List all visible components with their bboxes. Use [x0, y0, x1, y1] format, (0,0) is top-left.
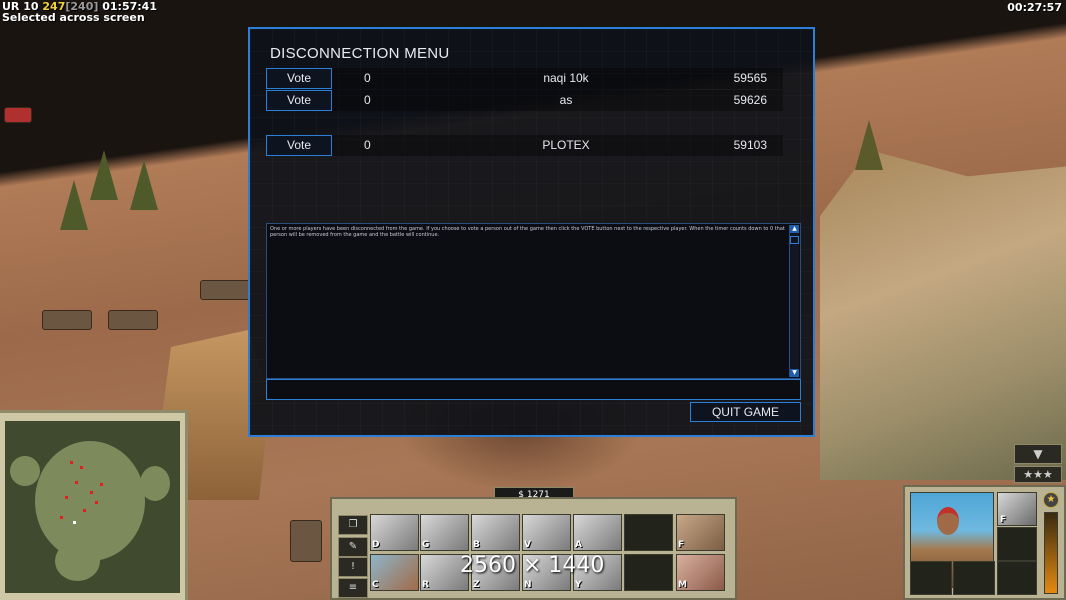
hotkey-label: F	[1000, 515, 1007, 525]
select-all-icon[interactable]: ❐	[338, 515, 368, 535]
unit-vehicle[interactable]	[4, 107, 32, 123]
menu-title: DISCONNECTION MENU	[270, 45, 450, 62]
vote-count: 0	[364, 93, 371, 107]
empty-unit-slot	[997, 561, 1037, 595]
message-log[interactable]: One or more players have been disconnect…	[266, 223, 801, 379]
hotkey-label: Y	[575, 580, 582, 590]
player-ping: 59626	[733, 93, 767, 107]
minimap-terrain	[10, 456, 40, 486]
vote-count: 0	[364, 71, 371, 85]
minimap-terrain	[35, 441, 145, 561]
power-meter	[1044, 512, 1058, 594]
minimap-unit	[70, 461, 73, 464]
minimap-unit	[65, 496, 68, 499]
player-name: PLOTEX	[542, 138, 590, 152]
chat-icon[interactable]: ≡	[338, 578, 368, 598]
player-ping: 59565	[733, 71, 767, 85]
vote-button[interactable]: Vote	[266, 90, 332, 111]
build-slot[interactable]: A	[573, 514, 622, 551]
quit-game-button[interactable]: QUIT GAME	[690, 402, 801, 422]
player-row: Vote 0 PLOTEX 59103	[266, 135, 783, 156]
player-row: Vote 0 as 59626	[266, 90, 783, 111]
player-name: naqi 10k	[543, 71, 589, 85]
hud-status: UR 10 247[240] 01:57:41 Selected across …	[2, 1, 157, 23]
vote-count: 0	[364, 138, 371, 152]
minimap-unit	[90, 491, 93, 494]
unit-vehicle[interactable]	[42, 310, 92, 330]
build-slot[interactable]: D	[370, 514, 419, 551]
hotkey-label: V	[524, 540, 531, 550]
scroll-thumb[interactable]	[790, 236, 799, 244]
player-ping: 59103	[733, 138, 767, 152]
build-slot[interactable]: F	[676, 514, 725, 551]
minimap-frame	[0, 410, 188, 600]
star-icon[interactable]: ★	[1043, 492, 1059, 508]
unit-vehicle[interactable]	[290, 520, 322, 562]
build-slot[interactable]: V	[522, 514, 571, 551]
vote-button[interactable]: Vote	[266, 135, 332, 156]
disconnection-menu: DISCONNECTION MENU Vote 0 naqi 10k 59565…	[248, 27, 815, 437]
portrait-head	[937, 507, 959, 535]
minimap-unit	[83, 509, 86, 512]
minimap-unit	[75, 481, 78, 484]
empty-unit-slot	[953, 561, 995, 595]
chat-input[interactable]	[266, 379, 801, 400]
selection-status: Selected across screen	[2, 11, 145, 24]
resolution-watermark: 2560 × 1440	[460, 553, 605, 578]
build-slot[interactable]: B	[471, 514, 520, 551]
message-scrollbar[interactable]: ▲ ▼	[789, 225, 799, 377]
hotkey-label: G	[422, 540, 430, 550]
rank-stars[interactable]: ★★★	[1014, 466, 1062, 483]
real-clock: 00:27:57	[1007, 1, 1062, 14]
unit-vehicle[interactable]	[200, 280, 250, 300]
disconnect-message: One or more players have been disconnect…	[270, 226, 785, 238]
build-slot[interactable]: C	[370, 554, 419, 591]
wrench-icon[interactable]: ✎	[338, 537, 368, 557]
scroll-up-icon[interactable]: ▲	[790, 225, 799, 233]
minimap-unit	[60, 516, 63, 519]
vote-button[interactable]: Vote	[266, 68, 332, 89]
tree	[855, 120, 883, 170]
minimap[interactable]	[5, 421, 180, 593]
player-row: Vote 0 naqi 10k 59565	[266, 68, 783, 89]
alert-icon[interactable]: !	[338, 557, 368, 577]
hotkey-label: A	[575, 540, 582, 550]
empty-slot	[624, 514, 673, 551]
empty-unit-slot	[997, 527, 1037, 561]
hotkey-label: R	[422, 580, 429, 590]
tree	[130, 160, 158, 210]
minimap-terrain	[140, 466, 170, 501]
minimap-unit	[73, 521, 76, 524]
tree	[60, 180, 88, 230]
unit-vehicle[interactable]	[108, 310, 158, 330]
empty-slot	[624, 554, 673, 591]
hotkey-label: Z	[473, 580, 480, 590]
hotkey-label: B	[473, 540, 480, 550]
hotkey-label: M	[678, 580, 687, 590]
scroll-down-icon[interactable]: ▼	[790, 369, 799, 377]
plateau-terrain	[820, 150, 1066, 480]
minimap-terrain	[55, 541, 100, 581]
hotkey-label: C	[372, 580, 379, 590]
hotkey-label: D	[372, 540, 380, 550]
hotkey-label: F	[678, 540, 685, 550]
build-slot[interactable]: G	[420, 514, 469, 551]
minimap-unit	[100, 483, 103, 486]
hotkey-label: N	[524, 580, 532, 590]
build-slot[interactable]: M	[676, 554, 725, 591]
empty-unit-slot	[910, 561, 952, 595]
minimap-unit	[80, 466, 83, 469]
secondary-unit-slot[interactable]: F	[997, 492, 1037, 526]
chevron-down-icon[interactable]: ▼	[1014, 444, 1062, 464]
tree	[90, 150, 118, 200]
minimap-unit	[95, 501, 98, 504]
player-name: as	[559, 93, 573, 107]
